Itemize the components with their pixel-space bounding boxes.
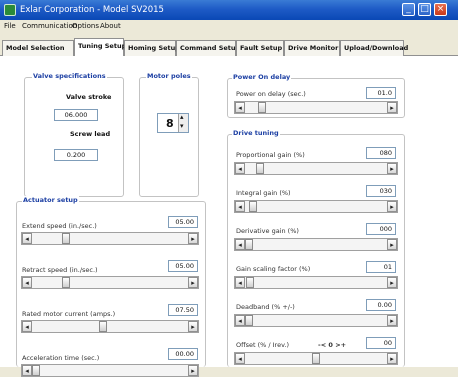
value-field[interactable]: 07.50 bbox=[168, 304, 198, 316]
motor-poles-value: 8 bbox=[166, 117, 174, 130]
slider-label: Derivative gain (%) bbox=[236, 227, 299, 235]
tab-homing-setup[interactable]: Homing Setup bbox=[124, 40, 180, 56]
valve-stroke-label: Valve stroke bbox=[66, 93, 112, 101]
value-field[interactable]: 030 bbox=[366, 185, 396, 197]
power-on-delay-field[interactable]: 01.0 bbox=[366, 87, 396, 99]
value-field[interactable]: 080 bbox=[366, 147, 396, 159]
left-arrow-icon[interactable]: ◂ bbox=[235, 102, 245, 113]
slider-label: Rated motor current (amps.) bbox=[22, 310, 116, 318]
value-slider[interactable]: ◂ ▸ bbox=[21, 276, 199, 289]
value-slider[interactable]: ◂ ▸ bbox=[21, 232, 199, 245]
screw-lead-field[interactable]: 0.200 bbox=[54, 149, 98, 161]
minimize-button[interactable]: _ bbox=[402, 3, 415, 16]
left-arrow-icon[interactable]: ◂ bbox=[22, 277, 32, 288]
value-slider[interactable]: ◂ ▸ bbox=[21, 364, 199, 377]
slider-thumb[interactable] bbox=[258, 102, 266, 113]
tab-drive-monitor[interactable]: Drive Monitor bbox=[284, 40, 340, 56]
tab-command-setup[interactable]: Command Setup bbox=[176, 40, 240, 56]
slider-thumb[interactable] bbox=[99, 321, 107, 332]
left-arrow-icon[interactable]: ◂ bbox=[235, 353, 245, 364]
spin-up-icon[interactable]: ▴ bbox=[180, 113, 184, 121]
right-arrow-icon[interactable]: ▸ bbox=[188, 321, 198, 332]
maximize-button[interactable]: □ bbox=[418, 3, 431, 16]
left-arrow-icon[interactable]: ◂ bbox=[235, 239, 245, 250]
value-slider[interactable]: ◂ ▸ bbox=[21, 320, 199, 333]
motor-poles-group bbox=[139, 77, 199, 197]
menu-communication[interactable]: Communication bbox=[22, 22, 77, 30]
left-arrow-icon[interactable]: ◂ bbox=[235, 201, 245, 212]
value-field[interactable]: 05.00 bbox=[168, 216, 198, 228]
value-field[interactable]: 00.00 bbox=[168, 348, 198, 360]
spinner-buttons: ▴ ▾ bbox=[178, 113, 188, 132]
value-field[interactable]: 000 bbox=[366, 223, 396, 235]
power-on-delay-slider[interactable]: ◂ ▸ bbox=[234, 101, 398, 114]
value-slider[interactable]: ◂ ▸ bbox=[234, 238, 398, 251]
motor-poles-spinner[interactable]: 8 ▴ ▾ bbox=[157, 113, 189, 133]
slider-thumb[interactable] bbox=[245, 315, 253, 326]
right-arrow-icon[interactable]: ▸ bbox=[387, 163, 397, 174]
right-arrow-icon[interactable]: ▸ bbox=[188, 277, 198, 288]
value-field[interactable]: 0.00 bbox=[366, 299, 396, 311]
value-field[interactable]: 00 bbox=[366, 337, 396, 349]
slider-thumb[interactable] bbox=[312, 353, 320, 364]
value-slider[interactable]: ◂ ▸ bbox=[234, 162, 398, 175]
slider-label: Integral gain (%) bbox=[236, 189, 291, 197]
actuator-setup-title: Actuator setup bbox=[22, 196, 79, 204]
left-arrow-icon[interactable]: ◂ bbox=[235, 163, 245, 174]
value-slider[interactable]: ◂ ▸ bbox=[234, 276, 398, 289]
value-slider[interactable]: ◂ ▸ bbox=[234, 200, 398, 213]
slider-thumb[interactable] bbox=[62, 233, 70, 244]
close-button[interactable]: × bbox=[434, 3, 447, 16]
power-on-delay-title: Power On delay bbox=[232, 73, 292, 81]
tab-model-selection[interactable]: Model Selection bbox=[2, 40, 74, 56]
right-arrow-icon[interactable]: ▸ bbox=[387, 315, 397, 326]
drive-tuning-title: Drive tuning bbox=[232, 129, 280, 137]
slider-label: Retract speed (in./sec.) bbox=[22, 266, 98, 274]
tuning-setup-panel: Valve specifications Valve stroke 06.000… bbox=[0, 56, 458, 377]
valve-stroke-field[interactable]: 06.000 bbox=[54, 109, 98, 121]
slider-thumb[interactable] bbox=[245, 239, 253, 250]
tab-strip: Model Selection Tuning Setup Homing Setu… bbox=[0, 34, 458, 56]
menu-options[interactable]: Options bbox=[72, 22, 99, 30]
value-slider[interactable]: ◂ ▸ bbox=[234, 352, 398, 365]
slider-label: Proportional gain (%) bbox=[236, 151, 305, 159]
tab-upload-download[interactable]: Upload/Download bbox=[340, 40, 408, 56]
menu-file[interactable]: File bbox=[4, 22, 16, 30]
right-arrow-icon[interactable]: ▸ bbox=[387, 102, 397, 113]
spin-down-icon[interactable]: ▾ bbox=[180, 122, 184, 130]
value-field[interactable]: 01 bbox=[366, 261, 396, 273]
menu-about[interactable]: About bbox=[100, 22, 121, 30]
left-arrow-icon[interactable]: ◂ bbox=[22, 233, 32, 244]
slider-thumb[interactable] bbox=[246, 277, 254, 288]
slider-label: Gain scaling factor (%) bbox=[236, 265, 311, 273]
left-arrow-icon[interactable]: ◂ bbox=[22, 321, 32, 332]
slider-label: Acceleration time (sec.) bbox=[22, 354, 100, 362]
slider-thumb[interactable] bbox=[249, 201, 257, 212]
slider-thumb[interactable] bbox=[256, 163, 264, 174]
right-arrow-icon[interactable]: ▸ bbox=[387, 353, 397, 364]
slider-thumb[interactable] bbox=[62, 277, 70, 288]
slider-label: Deadband (% +/-) bbox=[236, 303, 295, 311]
screw-lead-label: Screw lead bbox=[70, 130, 111, 138]
left-arrow-icon[interactable]: ◂ bbox=[235, 315, 245, 326]
left-arrow-icon[interactable]: ◂ bbox=[235, 277, 245, 288]
slider-label: Offset (% / Irev.) bbox=[236, 341, 290, 349]
offset-direction-label: -< 0 >+ bbox=[318, 341, 347, 349]
power-on-delay-label: Power on delay (sec.) bbox=[236, 90, 306, 98]
tab-fault-setup[interactable]: Fault Setup bbox=[236, 40, 284, 56]
right-arrow-icon[interactable]: ▸ bbox=[188, 233, 198, 244]
valve-specifications-title: Valve specifications bbox=[32, 72, 107, 80]
right-arrow-icon[interactable]: ▸ bbox=[387, 277, 397, 288]
right-arrow-icon[interactable]: ▸ bbox=[387, 201, 397, 212]
right-arrow-icon[interactable]: ▸ bbox=[387, 239, 397, 250]
menu-bar: File Communication Options About bbox=[0, 20, 458, 34]
window-title: Exlar Corporation - Model SV2015 bbox=[20, 5, 164, 15]
slider-label: Extend speed (in./sec.) bbox=[22, 222, 97, 230]
value-slider[interactable]: ◂ ▸ bbox=[234, 314, 398, 327]
app-icon bbox=[4, 4, 16, 16]
title-bar: Exlar Corporation - Model SV2015 _ □ × bbox=[0, 0, 458, 20]
tab-tuning-setup[interactable]: Tuning Setup bbox=[74, 38, 126, 56]
value-field[interactable]: 05.00 bbox=[168, 260, 198, 272]
motor-poles-title: Motor poles bbox=[146, 72, 192, 80]
